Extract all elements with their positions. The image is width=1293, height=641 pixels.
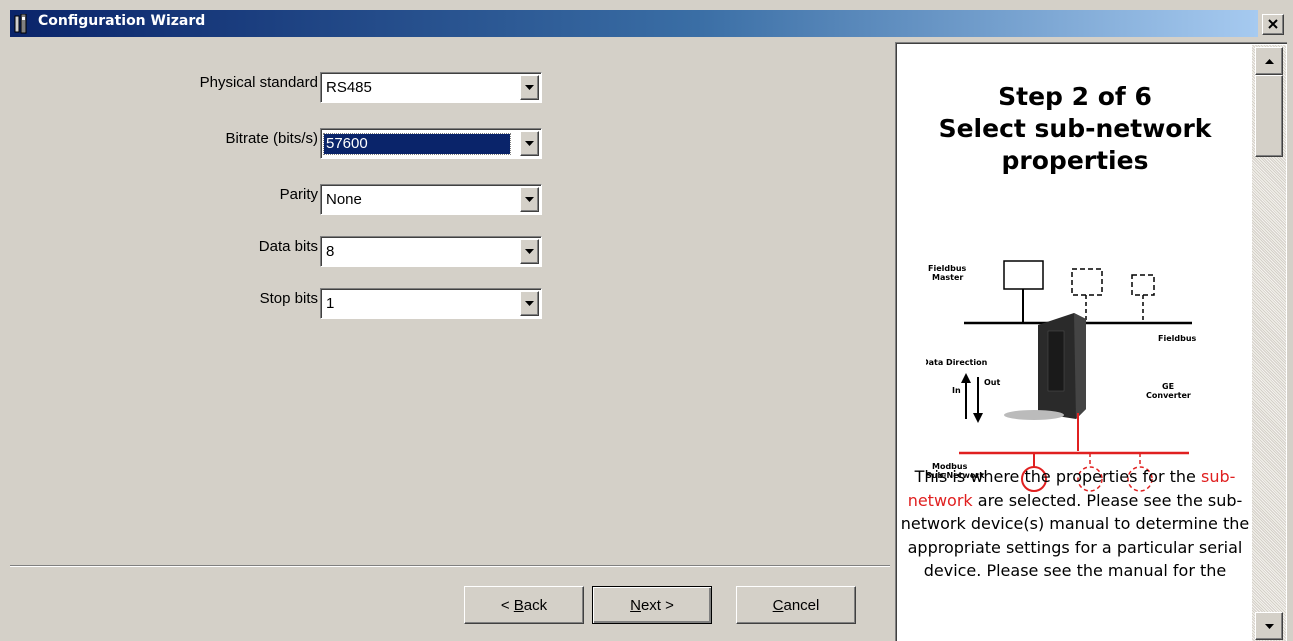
help-description: This is where the properties for the sub…	[898, 465, 1252, 583]
out-label: Out	[984, 378, 1000, 387]
title-bar: Configuration Wizard	[0, 0, 1293, 39]
next-button[interactable]: Next >	[592, 586, 712, 624]
converter-label-1: GE	[1162, 382, 1174, 391]
window-title: Configuration Wizard	[38, 13, 206, 29]
fieldbus-label: Fieldbus	[1158, 334, 1197, 343]
row-physical-standard: Physical standard	[0, 72, 318, 102]
data-direction-label: Data Direction	[926, 358, 988, 367]
converter-label-2: Converter	[1146, 391, 1191, 400]
stop-bits-dropdown-button[interactable]	[520, 291, 539, 316]
scroll-down-button[interactable]	[1255, 612, 1283, 640]
data-bits-label: Data bits	[258, 238, 318, 255]
close-button[interactable]	[1262, 14, 1284, 35]
wizard-app-icon	[12, 13, 30, 34]
parity-label: Parity	[279, 186, 318, 203]
parity-value: None	[326, 191, 362, 208]
in-label: In	[952, 386, 961, 395]
arrow-up-icon	[961, 373, 971, 383]
chevron-down-icon	[525, 301, 534, 306]
chevron-down-icon	[525, 197, 534, 202]
back-button[interactable]: < Back	[464, 586, 584, 624]
bitrate-select[interactable]: 57600	[320, 128, 542, 159]
step-heading: Step 2 of 6 Select sub-network propertie…	[898, 81, 1252, 177]
data-bits-value: 8	[326, 243, 335, 260]
cancel-rest: ancel	[783, 596, 820, 614]
fieldbus-master-box	[1003, 260, 1044, 290]
help-pane[interactable]: Step 2 of 6 Select sub-network propertie…	[895, 42, 1287, 641]
stop-bits-select[interactable]: 1	[320, 288, 542, 319]
row-bitrate: Bitrate (bits/s)	[0, 128, 318, 158]
bitrate-value: 57600	[323, 133, 511, 155]
row-stop-bits: Stop bits	[0, 288, 318, 318]
fieldbus-master-label-1: Fieldbus	[928, 264, 967, 273]
close-icon	[1268, 17, 1278, 33]
cancel-button[interactable]: Cancel	[736, 586, 856, 624]
help-text-before: This is where the properties for the	[914, 467, 1201, 486]
scroll-up-button[interactable]	[1255, 47, 1283, 75]
step-counter: Step 2 of 6	[998, 82, 1152, 111]
step-title-line1: Select sub-network	[938, 114, 1212, 143]
scroll-thumb[interactable]	[1255, 75, 1283, 157]
row-data-bits: Data bits	[0, 236, 318, 266]
stop-bits-label: Stop bits	[259, 290, 318, 307]
step-title-line2: properties	[1001, 146, 1149, 175]
button-separator	[10, 565, 890, 567]
back-accel: B	[513, 596, 524, 614]
chevron-down-icon	[525, 141, 534, 146]
help-content: Step 2 of 6 Select sub-network propertie…	[898, 45, 1252, 641]
data-bits-dropdown-button[interactable]	[520, 239, 539, 264]
physical-standard-value: RS485	[326, 79, 372, 96]
cancel-accel: C	[772, 596, 784, 614]
back-prefix: <	[500, 596, 514, 614]
bitrate-dropdown-button[interactable]	[520, 131, 539, 156]
chevron-down-icon	[525, 249, 534, 254]
next-accel: N	[630, 596, 641, 614]
physical-standard-dropdown-button[interactable]	[520, 75, 539, 100]
next-rest: ext >	[640, 596, 674, 614]
physical-standard-select[interactable]: RS485	[320, 72, 542, 103]
converter-device	[1004, 313, 1086, 420]
arrow-up-icon	[1264, 58, 1274, 64]
chevron-down-icon	[525, 85, 534, 90]
parity-select[interactable]: None	[320, 184, 542, 215]
bitrate-label: Bitrate (bits/s)	[225, 130, 318, 147]
optional-master-box-2	[1131, 274, 1155, 296]
row-parity: Parity	[0, 184, 318, 214]
data-bits-select[interactable]: 8	[320, 236, 542, 267]
back-rest: ack	[523, 596, 548, 614]
optional-master-box-1	[1071, 268, 1103, 296]
physical-standard-label: Physical standard	[199, 74, 318, 91]
parity-dropdown-button[interactable]	[520, 187, 539, 212]
stop-bits-value: 1	[326, 295, 335, 312]
network-diagram: Fieldbus Master Fieldbus Data Direction …	[926, 260, 1197, 455]
fieldbus-master-label-2: Master	[932, 273, 963, 282]
arrow-down-icon	[1264, 623, 1274, 629]
help-scrollbar[interactable]	[1252, 45, 1286, 641]
arrow-down-icon	[973, 413, 983, 423]
